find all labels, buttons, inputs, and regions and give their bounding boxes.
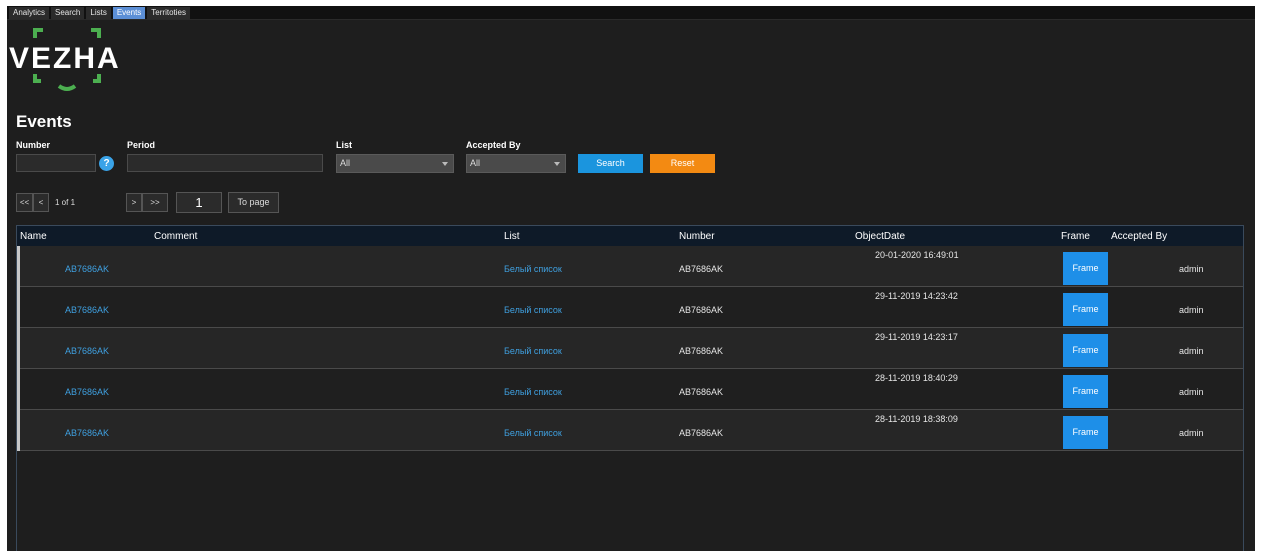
tab-lists[interactable]: Lists <box>86 6 111 19</box>
row-date: 29-11-2019 14:23:42 <box>875 291 958 301</box>
number-input[interactable] <box>16 154 96 172</box>
row-accepted-by: admin <box>1179 346 1204 356</box>
row-date: 28-11-2019 18:40:29 <box>875 373 958 383</box>
row-accepted-by: admin <box>1179 428 1204 438</box>
accepted-by-select-value: All <box>470 158 481 168</box>
tab-search[interactable]: Search <box>51 6 85 19</box>
frame-button[interactable]: Frame <box>1063 293 1108 326</box>
header-accepted-by: Accepted By <box>1111 231 1168 242</box>
header-name: Name <box>20 231 47 242</box>
header-object-date: ObjectDate <box>855 231 906 242</box>
accepted-by-label: Accepted By <box>466 140 521 150</box>
first-page-button[interactable]: << <box>16 193 33 212</box>
vezha-logo: VEZHA <box>9 24 134 96</box>
next-page-button[interactable]: > <box>126 193 142 212</box>
page-title: Events <box>16 112 72 131</box>
row-number: AB7686AK <box>679 264 724 274</box>
tab-events[interactable]: Events <box>112 6 146 19</box>
accepted-by-select[interactable]: All <box>466 154 566 173</box>
frame-button[interactable]: Frame <box>1063 252 1108 285</box>
row-list-link[interactable]: Белый список <box>504 264 562 274</box>
row-date: 28-11-2019 18:38:09 <box>875 414 958 424</box>
frame-button[interactable]: Frame <box>1063 375 1108 408</box>
top-nav: Analytics Search Lists Events Territotie… <box>7 6 1255 20</box>
events-table: Name Comment List Number ObjectDate Fram… <box>16 225 1244 551</box>
table-row[interactable]: AB7686AK Белый список AB7686AK 29-11-201… <box>20 287 1243 328</box>
period-input[interactable] <box>127 154 323 172</box>
row-name-link[interactable]: AB7686AK <box>65 264 109 274</box>
help-icon[interactable]: ? <box>99 156 114 171</box>
row-name-link[interactable]: AB7686AK <box>65 305 109 315</box>
row-date: 20-01-2020 16:49:01 <box>875 250 959 260</box>
frame-button[interactable]: Frame <box>1063 416 1108 449</box>
period-label: Period <box>127 140 156 150</box>
to-page-button[interactable]: To page <box>228 192 279 213</box>
row-name-link[interactable]: AB7686AK <box>65 387 109 397</box>
row-accepted-by: admin <box>1179 387 1204 397</box>
chevron-down-icon <box>554 162 560 166</box>
search-button[interactable]: Search <box>578 154 643 173</box>
header-comment: Comment <box>154 231 198 242</box>
row-number: AB7686AK <box>679 305 724 315</box>
row-accepted-by: admin <box>1179 305 1204 315</box>
header-number: Number <box>679 231 715 242</box>
table-row[interactable]: AB7686AK Белый список AB7686AK 29-11-201… <box>20 328 1243 369</box>
row-number: AB7686AK <box>679 387 724 397</box>
row-number: AB7686AK <box>679 428 724 438</box>
list-select[interactable]: All <box>336 154 454 173</box>
row-list-link[interactable]: Белый список <box>504 346 562 356</box>
tab-analytics[interactable]: Analytics <box>9 6 50 19</box>
row-list-link[interactable]: Белый список <box>504 387 562 397</box>
row-list-link[interactable]: Белый список <box>504 428 562 438</box>
row-number: AB7686AK <box>679 346 724 356</box>
table-row[interactable]: AB7686AK Белый список AB7686AK 28-11-201… <box>20 369 1243 410</box>
app-window: Analytics Search Lists Events Territotie… <box>7 6 1255 551</box>
row-accepted-by: admin <box>1179 264 1204 274</box>
prev-page-button[interactable]: < <box>33 193 49 212</box>
row-name-link[interactable]: AB7686AK <box>65 346 109 356</box>
page-status: 1 of 1 <box>55 198 76 207</box>
row-name-link[interactable]: AB7686AK <box>65 428 109 438</box>
row-list-link[interactable]: Белый список <box>504 305 562 315</box>
chevron-down-icon <box>442 162 448 166</box>
header-list: List <box>504 231 520 242</box>
list-label: List <box>336 140 353 150</box>
row-date: 29-11-2019 14:23:17 <box>875 332 958 342</box>
table-row[interactable]: AB7686AK Белый список AB7686AK 28-11-201… <box>20 410 1243 451</box>
frame-button[interactable]: Frame <box>1063 334 1108 367</box>
reset-button[interactable]: Reset <box>650 154 715 173</box>
tab-territories[interactable]: Territoties <box>147 6 190 19</box>
header-frame: Frame <box>1061 231 1090 242</box>
page-number-input[interactable]: 1 <box>176 192 222 213</box>
list-select-value: All <box>340 158 351 168</box>
last-page-button[interactable]: >> <box>142 193 168 212</box>
logo-text: VEZHA <box>9 42 121 75</box>
table-header: Name Comment List Number ObjectDate Fram… <box>17 226 1243 246</box>
table-row[interactable]: AB7686AK Белый список AB7686AK 20-01-202… <box>20 246 1243 287</box>
number-label: Number <box>16 140 51 150</box>
